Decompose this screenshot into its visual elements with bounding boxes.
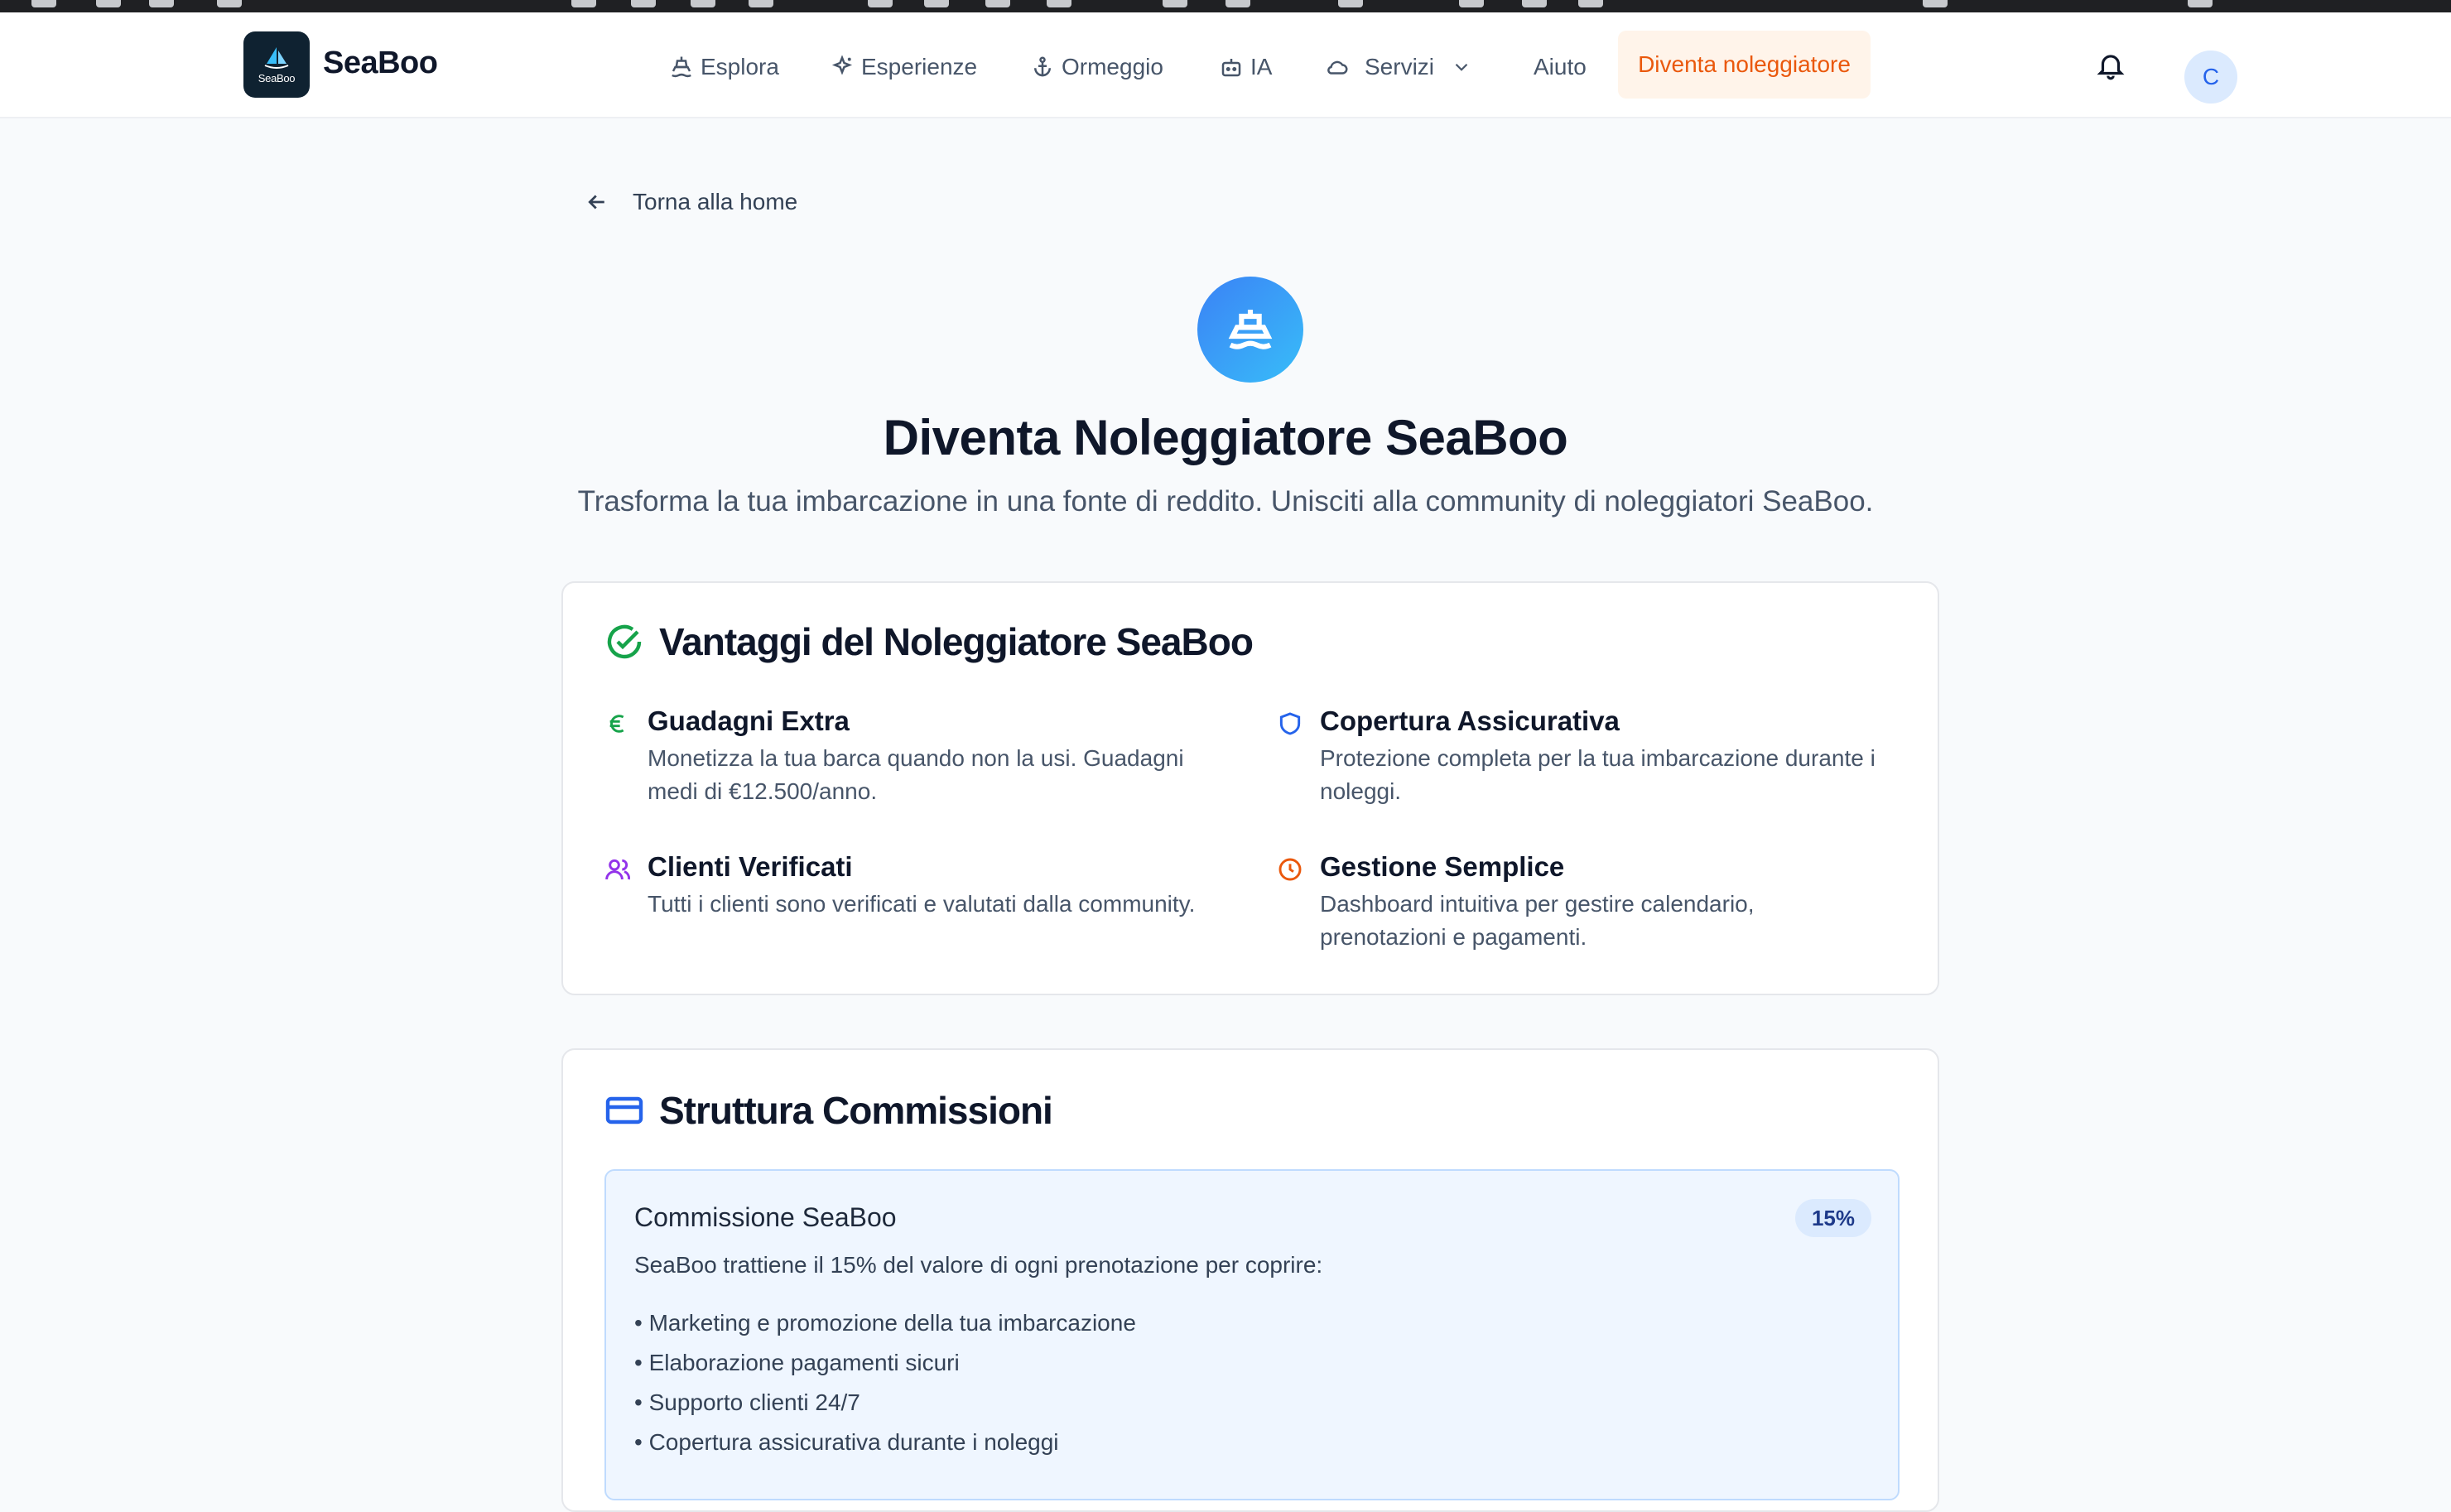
browser-tab-icon[interactable] xyxy=(217,0,242,7)
benefit-description: Protezione completa per la tua imbarcazi… xyxy=(1320,745,1876,804)
commission-percent-badge: 15% xyxy=(1794,1199,1871,1237)
benefit-title: Guadagni Extra xyxy=(648,705,850,736)
browser-tab-icon[interactable] xyxy=(96,0,121,7)
commissions-title: Struttura Commissioni xyxy=(659,1089,1053,1132)
notifications-button[interactable] xyxy=(2095,50,2126,81)
benefit-title: Copertura Assicurativa xyxy=(1320,705,1620,736)
nav-ormeggio[interactable]: Ormeggio xyxy=(1030,51,1163,84)
credit-card-icon xyxy=(605,1096,643,1124)
nav-esplora-label: Esplora xyxy=(701,54,779,79)
list-item: • Supporto clienti 24/7 xyxy=(634,1389,860,1415)
browser-tab-icon[interactable] xyxy=(749,0,773,7)
commission-box-title: Commissione SeaBoo xyxy=(634,1202,897,1232)
benefit-item: Gestione Semplice Dashboard intuitiva pe… xyxy=(1277,851,1856,954)
list-item: • Marketing e promozione della tua imbar… xyxy=(634,1310,1136,1336)
users-icon xyxy=(604,856,631,883)
commission-box: Commissione SeaBoo 15% SeaBoo trattiene … xyxy=(604,1169,1900,1500)
nav-esperienze-label: Esperienze xyxy=(861,54,978,79)
clock-icon xyxy=(1277,856,1303,883)
chevron-down-icon xyxy=(1455,63,1468,71)
browser-tab-icon[interactable] xyxy=(571,0,596,7)
browser-tab-icon[interactable] xyxy=(1338,0,1363,7)
browser-tab-icon[interactable] xyxy=(2188,0,2213,7)
browser-tab-icon[interactable] xyxy=(1226,0,1250,7)
hero-ship-badge xyxy=(1197,277,1303,383)
sailboat-logo-icon xyxy=(264,46,289,69)
commission-list: • Marketing e promozione della tua imbar… xyxy=(634,1303,1136,1462)
benefit-description: Tutti i clienti sono verificati e valuta… xyxy=(648,891,1196,917)
nav-servizi-label: Servizi xyxy=(1365,54,1435,79)
benefit-title: Clienti Verificati xyxy=(648,851,853,882)
nav-ia-label: IA xyxy=(1250,54,1273,79)
commissions-heading: Struttura Commissioni xyxy=(604,1088,1053,1133)
benefit-description: Monetizza la tua barca quando non la usi… xyxy=(648,745,1184,804)
browser-tab-strip xyxy=(0,0,2451,12)
benefit-item: Clienti Verificati Tutti i clienti sono … xyxy=(604,851,1217,921)
browser-tab-icon[interactable] xyxy=(149,0,174,7)
seaboo-logo[interactable]: SeaBoo xyxy=(243,31,310,98)
browser-tab-icon[interactable] xyxy=(1923,0,1948,7)
browser-tab-icon[interactable] xyxy=(1459,0,1484,7)
browser-tab-icon[interactable] xyxy=(1163,0,1187,7)
page-title: Diventa Noleggiatore SeaBoo xyxy=(883,410,1568,465)
cloud-icon xyxy=(1327,60,1348,75)
bot-icon xyxy=(1221,59,1241,77)
euro-icon xyxy=(604,710,631,737)
list-item: • Elaborazione pagamenti sicuri xyxy=(634,1350,960,1375)
bell-icon xyxy=(2097,55,2125,80)
benefits-heading: Vantaggi del Noleggiatore SeaBoo xyxy=(604,619,1254,664)
browser-tab-icon[interactable] xyxy=(1047,0,1071,7)
browser-tab-icon[interactable] xyxy=(631,0,656,7)
top-navbar: SeaBoo SeaBoo Esplora Esperienze Ormeggi… xyxy=(0,12,2451,118)
commissions-card: Struttura Commissioni Commissione SeaBoo… xyxy=(561,1048,1939,1512)
back-to-home-link[interactable]: Torna alla home xyxy=(585,189,797,215)
nav-servizi[interactable]: Servizi xyxy=(1325,51,1472,84)
page-subtitle: Trasforma la tua imbarcazione in una fon… xyxy=(577,485,1874,518)
browser-tab-icon[interactable] xyxy=(1522,0,1547,7)
browser-tab-icon[interactable] xyxy=(31,0,56,7)
benefit-item: Guadagni Extra Monetizza la tua barca qu… xyxy=(604,705,1217,808)
nav-ormeggio-label: Ormeggio xyxy=(1062,54,1163,79)
benefits-card: Vantaggi del Noleggiatore SeaBoo Guadagn… xyxy=(561,581,1939,995)
nav-ia[interactable]: IA xyxy=(1219,51,1272,84)
become-host-button[interactable]: Diventa noleggiatore xyxy=(1618,31,1871,99)
anchor-icon xyxy=(1034,56,1051,77)
browser-tab-icon[interactable] xyxy=(985,0,1010,7)
logo-text: SeaBoo xyxy=(258,71,296,84)
ship-icon xyxy=(672,56,691,78)
benefit-title: Gestione Semplice xyxy=(1320,851,1565,882)
ship-icon xyxy=(1228,310,1273,349)
back-link-label: Torna alla home xyxy=(633,189,798,214)
check-circle-icon xyxy=(607,624,642,659)
nav-aiuto-label: Aiuto xyxy=(1534,54,1587,79)
arrow-left-icon xyxy=(588,195,604,209)
shield-icon xyxy=(1277,710,1303,737)
browser-tab-icon[interactable] xyxy=(868,0,893,7)
sparkles-icon xyxy=(831,55,853,75)
list-item: • Copertura assicurativa durante i noleg… xyxy=(634,1429,1059,1455)
commission-description: SeaBoo trattiene il 15% del valore di og… xyxy=(634,1252,1323,1278)
brand-name[interactable]: SeaBoo xyxy=(323,46,438,81)
browser-tab-icon[interactable] xyxy=(1578,0,1603,7)
browser-tab-icon[interactable] xyxy=(691,0,715,7)
nav-esplora[interactable]: Esplora xyxy=(669,51,779,84)
nav-esperienze[interactable]: Esperienze xyxy=(830,51,977,84)
nav-aiuto[interactable]: Aiuto xyxy=(1534,51,1587,84)
user-avatar[interactable]: C xyxy=(2184,51,2237,104)
benefits-title: Vantaggi del Noleggiatore SeaBoo xyxy=(659,620,1254,663)
benefit-item: Copertura Assicurativa Protezione comple… xyxy=(1277,705,1906,808)
benefit-description: Dashboard intuitiva per gestire calendar… xyxy=(1320,891,1755,950)
browser-tab-icon[interactable] xyxy=(924,0,949,7)
